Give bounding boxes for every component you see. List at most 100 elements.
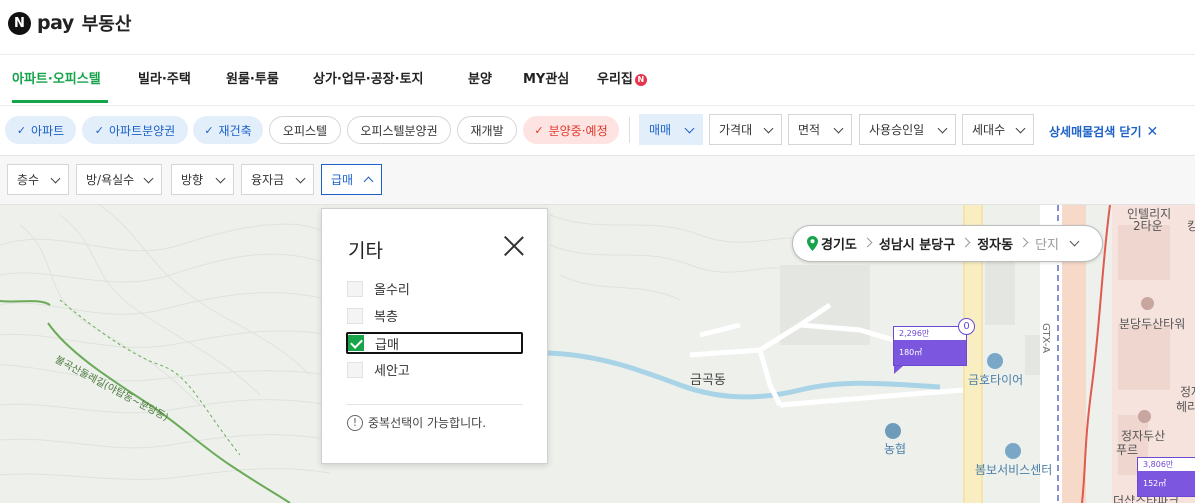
select-households[interactable]: 세대수 bbox=[962, 114, 1034, 145]
select-label: 급매 bbox=[331, 173, 354, 187]
chip-label: 재건축 bbox=[218, 123, 252, 138]
map-label-bombo: 봄보서비스센터 bbox=[975, 463, 1053, 477]
location-province[interactable]: 경기도 bbox=[821, 234, 867, 253]
popup-divider bbox=[346, 404, 523, 405]
header: N pay 부동산 bbox=[0, 0, 1195, 55]
checkbox[interactable] bbox=[347, 280, 363, 297]
select-area[interactable]: 면적 bbox=[788, 114, 852, 145]
option-label: 복층 bbox=[374, 310, 398, 325]
marker-count-badge: 0 bbox=[958, 318, 975, 335]
select-label: 세대수 bbox=[972, 123, 1006, 137]
map-label-jeongja-b: 헤리 bbox=[1176, 400, 1195, 414]
new-badge-icon: N bbox=[634, 74, 647, 86]
nav-tab-apartment-officetel[interactable]: 아파트·오피스텔 bbox=[12, 68, 101, 87]
chevron-down-icon bbox=[50, 173, 61, 184]
location-city[interactable]: 성남시 분당구 bbox=[879, 234, 965, 253]
map-label-kyu: 킹 bbox=[1187, 219, 1195, 233]
active-tab-underline bbox=[12, 100, 108, 103]
extra-filter-popup: 기타 올수리 복층 급매 세안고 ! 중복선택이 가능합니다. bbox=[321, 208, 548, 464]
checkbox[interactable] bbox=[347, 307, 363, 324]
marker-area: 152㎡ bbox=[1138, 471, 1195, 496]
filter-divider bbox=[629, 117, 630, 143]
chip-apartment-presale-right[interactable]: ✓ 아파트분양권 bbox=[82, 116, 188, 144]
option-urgent-sale[interactable]: 급매 bbox=[346, 332, 523, 354]
main-nav: 아파트·오피스텔 빌라·주택 원룸·투룸 상가·업무·공장·토지 분양 MY관심… bbox=[0, 56, 1195, 103]
option-duplex[interactable]: 복층 bbox=[347, 305, 523, 326]
chevron-down-icon bbox=[763, 123, 774, 134]
listing-marker[interactable]: 2,296만 180㎡ bbox=[893, 326, 967, 374]
chevron-down-icon bbox=[295, 173, 306, 184]
select-label: 매매 bbox=[649, 123, 672, 137]
popup-note: ! 중복선택이 가능합니다. bbox=[347, 414, 486, 431]
chevron-down-icon bbox=[937, 123, 948, 134]
chip-officetel[interactable]: 오피스텔 bbox=[269, 116, 341, 144]
info-icon: ! bbox=[347, 414, 363, 431]
select-label: 면적 bbox=[798, 123, 821, 137]
chip-presale-ongoing[interactable]: ✓ 분양중·예정 bbox=[523, 116, 619, 144]
nav-tab-oneroom-tworoom[interactable]: 원룸·투룸 bbox=[226, 68, 279, 87]
option-label: 올수리 bbox=[374, 283, 410, 298]
apartment-icon bbox=[1138, 410, 1151, 423]
select-price[interactable]: 가격대 bbox=[709, 114, 782, 145]
close-icon: ✕ bbox=[1146, 124, 1159, 140]
chevron-down-icon bbox=[215, 173, 226, 184]
select-label: 융자금 bbox=[251, 173, 285, 187]
map-label-geumgok: 금곡동 bbox=[690, 373, 726, 388]
chip-redevelopment[interactable]: 재개발 bbox=[457, 116, 517, 144]
chevron-up-icon bbox=[363, 176, 374, 187]
option-label: 세안고 bbox=[374, 364, 410, 379]
option-full-renovation[interactable]: 올수리 bbox=[347, 278, 523, 299]
nav-tab-presale[interactable]: 분양 bbox=[468, 68, 492, 87]
popup-note-text: 중복선택이 가능합니다. bbox=[368, 416, 487, 430]
nav-tab-villa-house[interactable]: 빌라·주택 bbox=[138, 68, 191, 87]
select-loan[interactable]: 융자금 bbox=[241, 164, 314, 195]
logo[interactable]: N pay 부동산 bbox=[8, 10, 131, 36]
select-urgent-sale[interactable]: 급매 bbox=[321, 164, 382, 195]
service-icon bbox=[1005, 443, 1021, 459]
select-label: 가격대 bbox=[719, 123, 753, 137]
location-dong[interactable]: 정자동 bbox=[977, 234, 1023, 253]
chevron-down-icon bbox=[143, 173, 154, 184]
option-label: 급매 bbox=[375, 337, 399, 353]
select-label: 방/욕실수 bbox=[86, 173, 135, 187]
map-label-bundang-tower: 분당두산타워 bbox=[1119, 317, 1186, 331]
close-icon[interactable] bbox=[503, 235, 525, 257]
nav-tab-commercial-land[interactable]: 상가·업무·공장·토지 bbox=[313, 68, 424, 87]
nav-tab-my-home-label: 우리집 bbox=[597, 72, 633, 87]
marker-price: 3,806만 bbox=[1138, 458, 1195, 471]
check-icon: ✓ bbox=[94, 123, 104, 137]
select-trade-type[interactable]: 매매 bbox=[639, 114, 703, 145]
bank-icon bbox=[885, 423, 901, 439]
select-approval-date[interactable]: 사용승인일 bbox=[859, 114, 956, 145]
checkbox-checked[interactable] bbox=[348, 335, 364, 351]
listing-marker[interactable]: 3,806만 152㎡ bbox=[1137, 457, 1195, 497]
marker-price: 2,296만 bbox=[894, 327, 966, 340]
chevron-down-icon bbox=[1015, 123, 1026, 134]
logo-pay-text: pay bbox=[37, 12, 74, 34]
map-label-gtx: GTX-A bbox=[1040, 323, 1051, 354]
chip-label: 아파트 bbox=[31, 123, 65, 138]
option-with-tenant[interactable]: 세안고 bbox=[347, 359, 523, 380]
nav-tab-my-interest[interactable]: MY관심 bbox=[523, 68, 569, 87]
select-rooms-baths[interactable]: 방/욕실수 bbox=[76, 164, 162, 195]
chip-label: 아파트분양권 bbox=[108, 123, 176, 138]
select-label: 사용승인일 bbox=[869, 123, 925, 137]
chip-apartment[interactable]: ✓ 아파트 bbox=[5, 116, 76, 144]
chip-officetel-presale-right[interactable]: 오피스텔분양권 bbox=[347, 116, 451, 144]
detail-search-close-link[interactable]: 상세매물검색 닫기 ✕ bbox=[1049, 123, 1158, 140]
select-label: 방향 bbox=[181, 173, 204, 187]
select-direction[interactable]: 방향 bbox=[171, 164, 234, 195]
select-floor[interactable]: 층수 bbox=[7, 164, 69, 195]
nav-tab-my-home[interactable]: 우리집 N bbox=[597, 68, 647, 87]
chevron-down-icon[interactable] bbox=[1069, 236, 1080, 247]
logo-service-name: 부동산 bbox=[81, 14, 132, 35]
map-label-geumho: 금호타이어 bbox=[968, 373, 1024, 387]
marker-tail bbox=[894, 366, 903, 374]
location-pin-icon bbox=[807, 236, 818, 251]
poi-icon bbox=[987, 353, 1003, 369]
select-label: 층수 bbox=[17, 173, 40, 187]
location-complex[interactable]: 단지 bbox=[1035, 234, 1059, 253]
checkbox[interactable] bbox=[347, 361, 363, 378]
map-label-jeongja-d: 푸르 bbox=[1116, 443, 1139, 457]
chip-reconstruction[interactable]: ✓ 재건축 bbox=[193, 116, 263, 144]
